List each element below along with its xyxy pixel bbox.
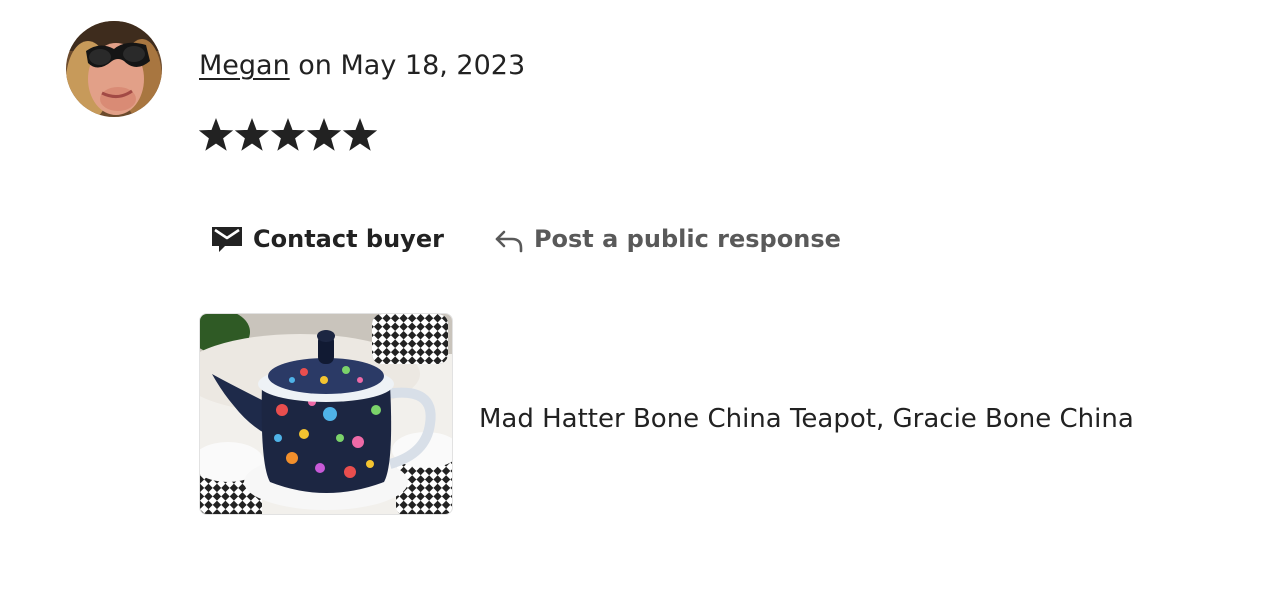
contact-buyer-button[interactable]: Contact buyer bbox=[211, 220, 444, 258]
review-header: Megan on May 18, 2023 bbox=[199, 46, 525, 86]
reviewer-name-link[interactable]: Megan bbox=[199, 50, 290, 81]
star-icon bbox=[342, 117, 378, 151]
avatar-image bbox=[66, 21, 162, 117]
reviewer-avatar[interactable] bbox=[66, 21, 162, 117]
star-rating bbox=[198, 115, 378, 155]
star-icon bbox=[234, 117, 270, 151]
listing-thumbnail[interactable] bbox=[199, 313, 453, 515]
post-public-response-button[interactable]: Post a public response bbox=[494, 220, 841, 258]
star-icon bbox=[306, 117, 342, 151]
date-prefix: on bbox=[289, 50, 341, 81]
star-icon bbox=[198, 117, 234, 151]
patterned-cup bbox=[372, 314, 448, 364]
star-icon bbox=[270, 117, 306, 151]
mail-icon bbox=[211, 224, 243, 254]
review-date: May 18, 2023 bbox=[340, 50, 526, 81]
teapot-image bbox=[200, 314, 452, 514]
contact-buyer-label: Contact buyer bbox=[253, 225, 444, 253]
reply-arrow-icon bbox=[494, 229, 524, 253]
review-actions: Contact buyer Post a public response bbox=[211, 220, 841, 258]
post-public-response-label: Post a public response bbox=[533, 225, 841, 253]
listing-title-link[interactable]: Mad Hatter Bone China Teapot, Gracie Bon… bbox=[479, 399, 1134, 439]
